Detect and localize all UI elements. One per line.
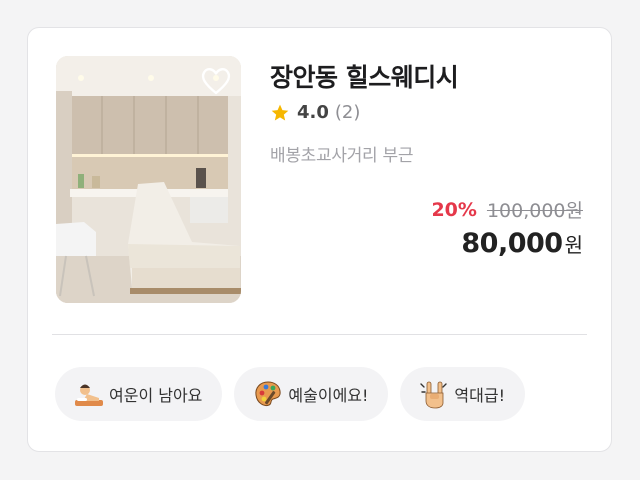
discount-badge: 20% xyxy=(431,198,477,221)
rock-hand-icon xyxy=(420,381,448,409)
original-price: 100,000원 xyxy=(486,200,583,222)
favorite-heart-icon[interactable] xyxy=(199,64,233,98)
review-count: (2) xyxy=(334,102,361,123)
divider xyxy=(52,334,587,335)
rating-score: 4.0 xyxy=(297,102,329,123)
tag-lingering[interactable]: 여운이 남아요 xyxy=(55,367,223,421)
tag-artistic[interactable]: 예술이에요! xyxy=(234,367,389,421)
tag-label: 역대급! xyxy=(454,386,505,405)
price-row: 20% 100,000원 xyxy=(431,196,583,223)
listing-title[interactable]: 장안동 힐스웨디시 xyxy=(270,58,459,94)
rating: 4.0 (2) xyxy=(270,102,360,123)
star-icon xyxy=(271,104,289,120)
final-price-unit: 원 xyxy=(564,233,583,257)
tag-label: 여운이 남아요 xyxy=(109,386,203,405)
tag-label: 예술이에요! xyxy=(288,386,369,405)
final-price: 80,000 원 xyxy=(461,228,583,259)
relaxing-person-icon xyxy=(75,384,103,406)
listing-photo[interactable] xyxy=(56,56,241,303)
listing-card[interactable]: 장안동 힐스웨디시 4.0 (2) 배봉초교사거리 부근 20% 100,000… xyxy=(27,27,612,452)
tag-best-ever[interactable]: 역대급! xyxy=(400,367,525,421)
location-text: 배봉초교사거리 부근 xyxy=(270,146,414,166)
palette-icon xyxy=(255,381,282,406)
review-tags: 여운이 남아요 예술이에요! 역대급! xyxy=(55,367,525,421)
final-price-amount: 80,000 xyxy=(461,228,563,259)
